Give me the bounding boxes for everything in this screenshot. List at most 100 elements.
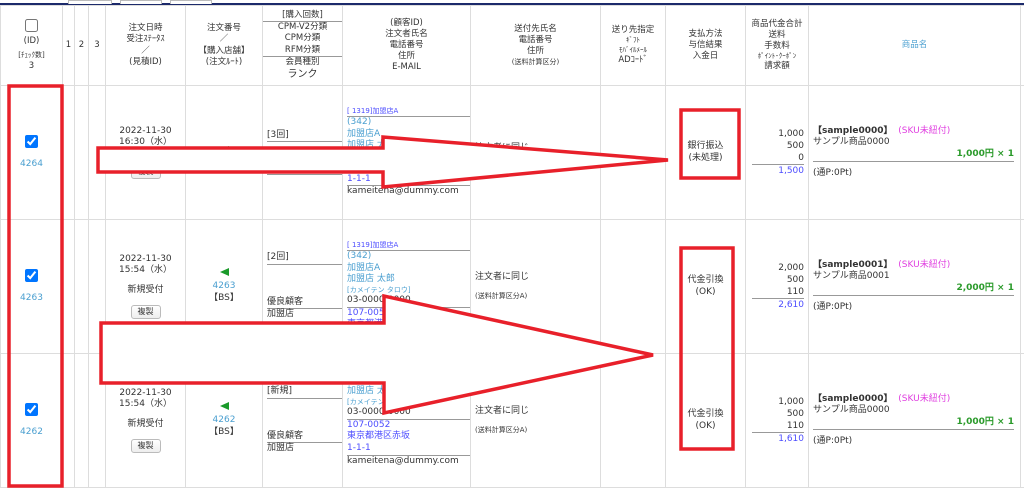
header-text: CPM分類 bbox=[284, 33, 321, 44]
copy-button[interactable]: 複製 bbox=[130, 304, 161, 320]
header-text: 受注ｽﾃｰﾀｽ bbox=[126, 34, 165, 45]
header-3[interactable]: 3 bbox=[88, 5, 106, 86]
ship-to: 注文者に同じ bbox=[475, 272, 530, 283]
member-type: 加盟店 bbox=[267, 309, 295, 320]
order-date: 2022-11-30 bbox=[119, 253, 172, 264]
class-cell: [3回] bbox=[262, 85, 343, 220]
member-type: 加盟店 bbox=[267, 443, 295, 454]
select-all-checkbox[interactable] bbox=[25, 19, 38, 33]
header-text: 送付先氏名 bbox=[514, 24, 557, 35]
table-row: 4264 2022-11-30 16:30（水） 複製 [3回] [ 1319]加盟… bbox=[0, 85, 1024, 220]
shop: 【BS】 bbox=[209, 292, 239, 303]
points: (通P:0Pt) bbox=[813, 167, 853, 178]
sku: 【sample0000】 bbox=[813, 125, 893, 136]
header-text: ランク bbox=[287, 68, 318, 80]
points: (通P:0Pt) bbox=[813, 435, 853, 446]
header-text: (見積ID) bbox=[129, 56, 162, 67]
order-id-link[interactable]: 4263 bbox=[1, 293, 62, 305]
cell bbox=[88, 353, 106, 488]
order-table: (ID) [ﾁｪｯｸ数] 3 1 2 3 注文日時 受注ｽﾃｰﾀｽ／ (見積ID) 注文… bbox=[0, 5, 1024, 488]
rank: 優良顧客 bbox=[267, 431, 342, 444]
cell bbox=[1020, 85, 1024, 220]
payment-method: 銀行振込 bbox=[687, 140, 724, 151]
header-text: 【購入店舗】 bbox=[198, 45, 250, 56]
header-text: ／ bbox=[141, 45, 150, 56]
copy-button[interactable]: 複製 bbox=[130, 438, 161, 454]
header-product[interactable]: 商品名 bbox=[808, 5, 1021, 86]
product-name: サンプル商品0000 bbox=[813, 405, 890, 416]
customer-cell: [ 1319]加盟店A (342) 加盟店A 加盟店 太郎 [カメイテ 東京都港 1-1-1… bbox=[342, 85, 471, 220]
shipping: 500 bbox=[786, 140, 804, 151]
cell bbox=[74, 85, 89, 220]
product-name: サンプル商品0000 bbox=[813, 137, 890, 148]
order-date: 2022-11-30 bbox=[119, 125, 172, 136]
payment-status: (OK) bbox=[695, 420, 716, 431]
header-text: 住所 bbox=[526, 46, 544, 57]
header-pay: 支払方法 与信結果 入金日 bbox=[665, 5, 746, 86]
row-checkbox[interactable] bbox=[25, 268, 38, 282]
header-text: [ﾁｪｯｸ数] bbox=[18, 51, 45, 60]
customer-id-link[interactable]: (342) bbox=[347, 251, 470, 263]
header-date: 注文日時 受注ｽﾃｰﾀｽ／ (見積ID) bbox=[105, 5, 186, 86]
tab[interactable] bbox=[170, 0, 212, 4]
phone: 03-0000-0000 bbox=[347, 295, 470, 308]
check-count: 3 bbox=[28, 60, 35, 71]
header-text: (送料計算区分) bbox=[511, 57, 560, 66]
header-row: (ID) [ﾁｪｯｸ数] 3 1 2 3 注文日時 受注ｽﾃｰﾀｽ／ (見積ID) 注文… bbox=[0, 5, 1024, 86]
customer-name[interactable]: 加盟店A bbox=[347, 263, 470, 275]
header-text: 手数料 bbox=[764, 40, 790, 51]
tab[interactable] bbox=[68, 0, 112, 4]
order-cell: 4263 【BS】 bbox=[185, 219, 263, 354]
ship-to: 注文者に同じ bbox=[475, 142, 530, 153]
fee: 110 bbox=[786, 421, 804, 431]
zip: 107-0052 bbox=[347, 419, 391, 430]
ship-cell: 注文者に同じ (送料計算区分A) bbox=[470, 353, 601, 488]
flag-icon bbox=[219, 402, 229, 411]
cell bbox=[62, 85, 75, 220]
row-checkbox[interactable] bbox=[25, 402, 38, 416]
shop-link[interactable]: [ 1319]加盟店A bbox=[347, 107, 470, 117]
ship-cell: 注文者に同じ (送料計算区分A) bbox=[470, 219, 601, 354]
ship-to: 注文者に同じ bbox=[475, 406, 530, 417]
customer-person[interactable]: 加盟店 太郎 bbox=[347, 274, 470, 286]
header-text: 電話番号 bbox=[389, 39, 424, 50]
cell bbox=[62, 353, 75, 488]
customer-person[interactable]: 加盟店 太郎 bbox=[347, 140, 470, 152]
customer-person[interactable]: 加盟店 太 bbox=[347, 386, 470, 398]
cell bbox=[1020, 353, 1024, 488]
row-checkbox[interactable] bbox=[25, 134, 38, 148]
shop-link[interactable]: [ 1319]加盟店A bbox=[347, 241, 470, 251]
customer-id-link[interactable]: (342) bbox=[347, 117, 470, 129]
id-cell: 4263 bbox=[0, 219, 63, 354]
cell bbox=[62, 219, 75, 354]
total: 1,610 bbox=[752, 432, 804, 445]
header-1[interactable]: 1 bbox=[62, 5, 75, 86]
zip: 107-005 bbox=[347, 307, 385, 318]
customer-kana: [カメイテン タロウ] bbox=[347, 397, 411, 406]
header-text: 注文番号 bbox=[206, 23, 241, 34]
order-id-link[interactable]: 4262 bbox=[1, 427, 62, 439]
copy-button[interactable]: 複製 bbox=[130, 164, 161, 180]
payment-method: 代金引換 bbox=[687, 408, 724, 419]
tab[interactable] bbox=[120, 0, 162, 4]
header-text: E-MAIL bbox=[392, 62, 421, 73]
id-cell: 4262 bbox=[0, 353, 63, 488]
address-2: 1-1-1 bbox=[347, 174, 470, 187]
header-2[interactable]: 2 bbox=[74, 5, 89, 86]
date-cell: 2022-11-30 15:54（水） 新規受付 複製 bbox=[105, 353, 186, 488]
header-text: (顧客ID) bbox=[390, 17, 423, 28]
customer-name[interactable]: 加盟店A bbox=[347, 129, 470, 141]
header-text: RFM分類 bbox=[263, 45, 342, 57]
address: 東京都港 bbox=[347, 319, 384, 330]
sku: 【sample0000】 bbox=[813, 393, 893, 404]
email: kameitena@dummy.com bbox=[347, 455, 459, 466]
order-cell bbox=[185, 85, 263, 220]
header-ship: 送付先氏名 電話番号 住所 (送料計算区分) bbox=[470, 5, 601, 86]
cell bbox=[74, 219, 89, 354]
order-id-link[interactable]: 4264 bbox=[1, 159, 62, 171]
ship-division: (送料計算区分A) bbox=[475, 425, 528, 434]
amount-cell: 2,000 500 110 2,610 bbox=[745, 219, 809, 354]
order-number-link[interactable]: 4263 bbox=[186, 281, 262, 293]
order-number-link[interactable]: 4262 bbox=[186, 415, 262, 427]
customer-name[interactable]: 加盟店A bbox=[347, 375, 470, 387]
